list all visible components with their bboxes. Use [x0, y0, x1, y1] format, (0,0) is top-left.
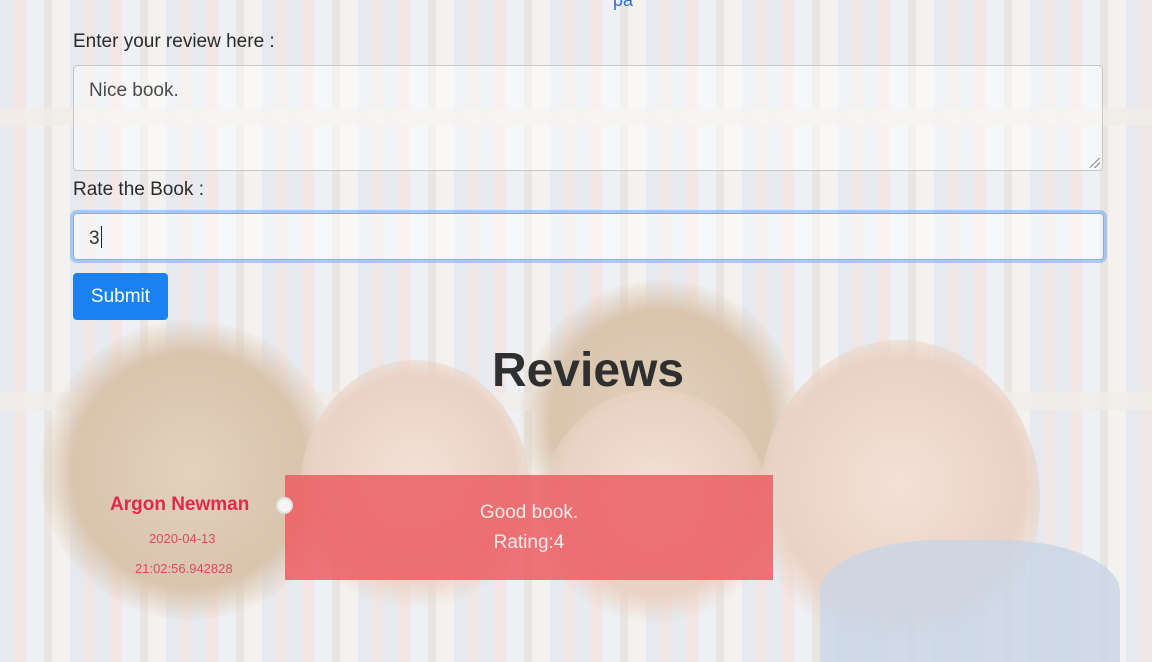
review-time: 21:02:56.942828 [135, 561, 233, 576]
top-link[interactable]: pa [613, 0, 633, 11]
reviews-heading: Reviews [491, 344, 685, 397]
resize-grip-icon[interactable] [1090, 158, 1100, 168]
rating-input[interactable]: 3 [73, 213, 1104, 260]
review-date: 2020-04-13 [149, 531, 216, 546]
review-card: Good book. Rating:4 [285, 475, 773, 580]
review-label: Enter your review here : [73, 31, 275, 52]
review-textarea-value: Nice book. [89, 80, 179, 101]
rating-label: Rate the Book : [73, 179, 204, 200]
review-rating: Rating:4 [493, 532, 565, 553]
reviewer-name: Argon Newman [110, 494, 250, 515]
submit-button[interactable]: Submit [73, 273, 168, 320]
text-caret [100, 226, 102, 248]
review-text: Good book. [479, 502, 579, 523]
review-textarea[interactable]: Nice book. [73, 65, 1103, 171]
rating-input-value: 3 [89, 228, 100, 249]
timeline-dot-icon [276, 497, 293, 514]
